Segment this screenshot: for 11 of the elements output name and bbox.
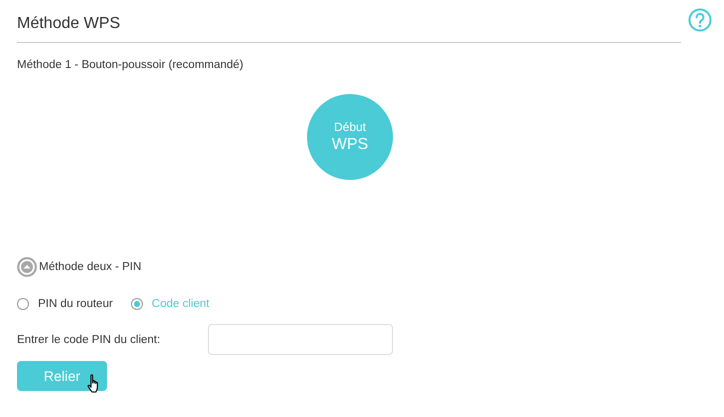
start-wps-button[interactable]: Début WPS [307,94,393,180]
field-label: Entrer le code PIN du client: [17,334,162,346]
help-icon[interactable] [688,8,712,32]
pin-input-field[interactable] [208,324,393,355]
collapse-icon[interactable] [17,257,37,277]
radio-option[interactable]: Code client [130,298,210,310]
radio-option[interactable]: PIN du routeur [17,298,113,310]
method-title: Méthode deux - PIN [39,261,142,273]
method-title: Méthode 1 - Bouton-poussoir (recommandé) [17,59,244,71]
section-title: Méthode WPS [17,15,120,32]
connect-button[interactable]: Relier [17,361,107,391]
